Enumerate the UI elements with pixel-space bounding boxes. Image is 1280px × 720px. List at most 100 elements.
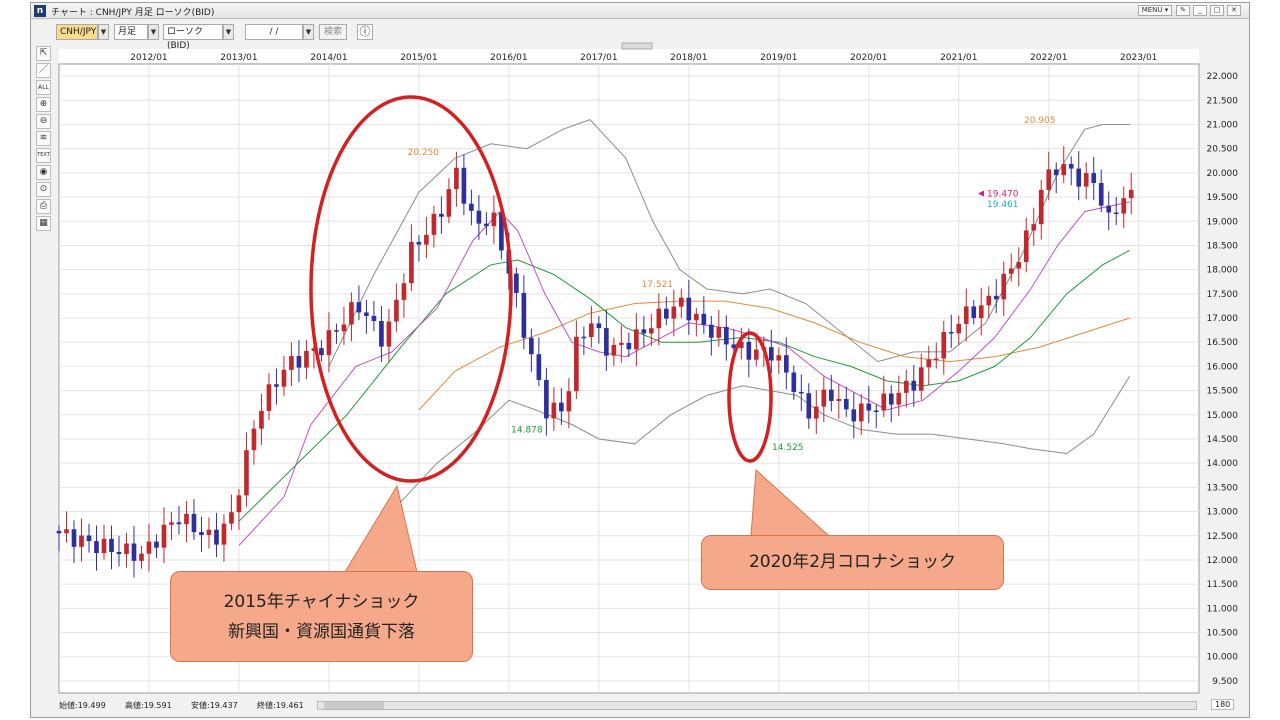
candle-body <box>918 367 924 391</box>
candle-body <box>641 329 647 334</box>
candle-body <box>424 234 429 245</box>
candle-body <box>199 532 204 535</box>
y-tick-label: 21.000 <box>1207 120 1239 130</box>
candle-body <box>439 213 444 217</box>
x-tick-label: 2018/01 <box>670 53 707 63</box>
candle-body <box>866 403 872 411</box>
candle-body <box>1113 212 1119 215</box>
y-tick-label: 11.000 <box>1207 604 1239 614</box>
candle-body <box>169 522 174 525</box>
candle-body <box>1001 273 1007 300</box>
candle-body <box>326 330 332 356</box>
candle-body <box>656 308 662 329</box>
candle-body <box>1091 173 1097 184</box>
candle-body <box>184 513 189 525</box>
y-tick-label: 20.500 <box>1207 145 1239 155</box>
x-tick-label: 2017/01 <box>580 53 617 63</box>
candle-body <box>229 512 234 524</box>
candle-body <box>581 336 587 339</box>
candle-body <box>401 283 407 300</box>
candle-body <box>289 356 294 370</box>
x-tick-label: 2012/01 <box>130 53 167 63</box>
candle-body <box>454 167 459 190</box>
candle-body <box>161 524 167 548</box>
candle-body <box>206 529 212 535</box>
candle-body <box>349 302 354 325</box>
y-tick-label: 14.500 <box>1207 435 1239 445</box>
candle-body <box>131 543 137 561</box>
y-tick-label: 22.000 <box>1207 72 1239 82</box>
y-tick-label: 15.000 <box>1207 411 1239 421</box>
candle-body <box>304 350 309 368</box>
candle-body <box>836 398 842 401</box>
candle-body <box>813 406 819 419</box>
y-tick-label: 17.500 <box>1207 290 1239 300</box>
x-tick-label: 2019/01 <box>760 53 797 63</box>
candle-body <box>521 292 527 338</box>
x-tick-label: 2023/01 <box>1120 53 1157 63</box>
price-annotation: 14.878 <box>511 426 543 436</box>
candle-body <box>1083 173 1089 187</box>
candle-body <box>476 210 482 224</box>
candle-body <box>341 324 347 332</box>
corona-shock-callout: 2020年2月コロナショック <box>701 535 1004 590</box>
candle-body <box>963 306 969 324</box>
price-annotation: 20.905 <box>1024 116 1056 126</box>
price-annotation: 20.250 <box>408 148 440 158</box>
y-tick-label: 16.500 <box>1207 338 1239 348</box>
candle-body <box>1121 198 1127 214</box>
candle-body <box>259 410 264 429</box>
x-tick-label: 2020/01 <box>850 53 887 63</box>
china-shock-line2: 新興国・資源国通貨下落 <box>228 622 415 642</box>
candle-body <box>686 297 692 321</box>
price-annotation: 14.525 <box>772 443 804 453</box>
candle-body <box>993 295 999 300</box>
candle-body <box>56 530 62 534</box>
china-shock-line1: 2015年チャイナショック <box>223 592 420 612</box>
candle-body <box>1008 268 1014 274</box>
candle-body <box>379 320 384 347</box>
candle-body <box>221 523 227 545</box>
candle-body <box>544 379 549 419</box>
candle-body <box>469 203 474 211</box>
y-tick-label: 12.500 <box>1207 532 1239 542</box>
candle-body <box>903 380 909 393</box>
candle-body <box>948 332 954 334</box>
y-tick-label: 10.500 <box>1207 629 1239 639</box>
candle-body <box>1031 224 1037 231</box>
candle-body <box>356 302 362 313</box>
candle-body <box>94 541 99 554</box>
candle-body <box>619 342 624 345</box>
candle-body <box>956 323 962 334</box>
candle-body <box>694 313 699 321</box>
candle-body <box>296 356 302 368</box>
candle-body <box>409 241 414 284</box>
candle-body <box>484 223 489 227</box>
price-annotation: 17.521 <box>642 280 674 290</box>
y-tick-label: 12.000 <box>1207 556 1239 566</box>
candle-body <box>79 535 84 547</box>
candle-body <box>664 308 669 319</box>
candle-body <box>1061 164 1067 176</box>
y-tick-label: 18.000 <box>1207 266 1239 276</box>
candle-body <box>768 347 774 361</box>
candle-body <box>971 306 977 319</box>
candle-body <box>86 535 92 542</box>
candle-body <box>1046 169 1052 190</box>
candle-body <box>101 538 107 554</box>
candle-body <box>753 349 759 360</box>
candle-body <box>843 398 849 410</box>
candle-body <box>154 541 159 548</box>
candle-body <box>139 553 144 561</box>
candle-body <box>124 543 129 555</box>
candle-body <box>319 348 324 356</box>
candle-body <box>266 384 272 411</box>
candle-body <box>896 392 902 405</box>
candle-body <box>1016 261 1022 269</box>
candle-body <box>986 295 992 306</box>
candle-body <box>1098 183 1104 206</box>
candle-body <box>933 358 939 360</box>
candle-body <box>551 402 557 419</box>
candle-body <box>191 513 197 533</box>
y-tick-label: 13.000 <box>1207 508 1239 518</box>
